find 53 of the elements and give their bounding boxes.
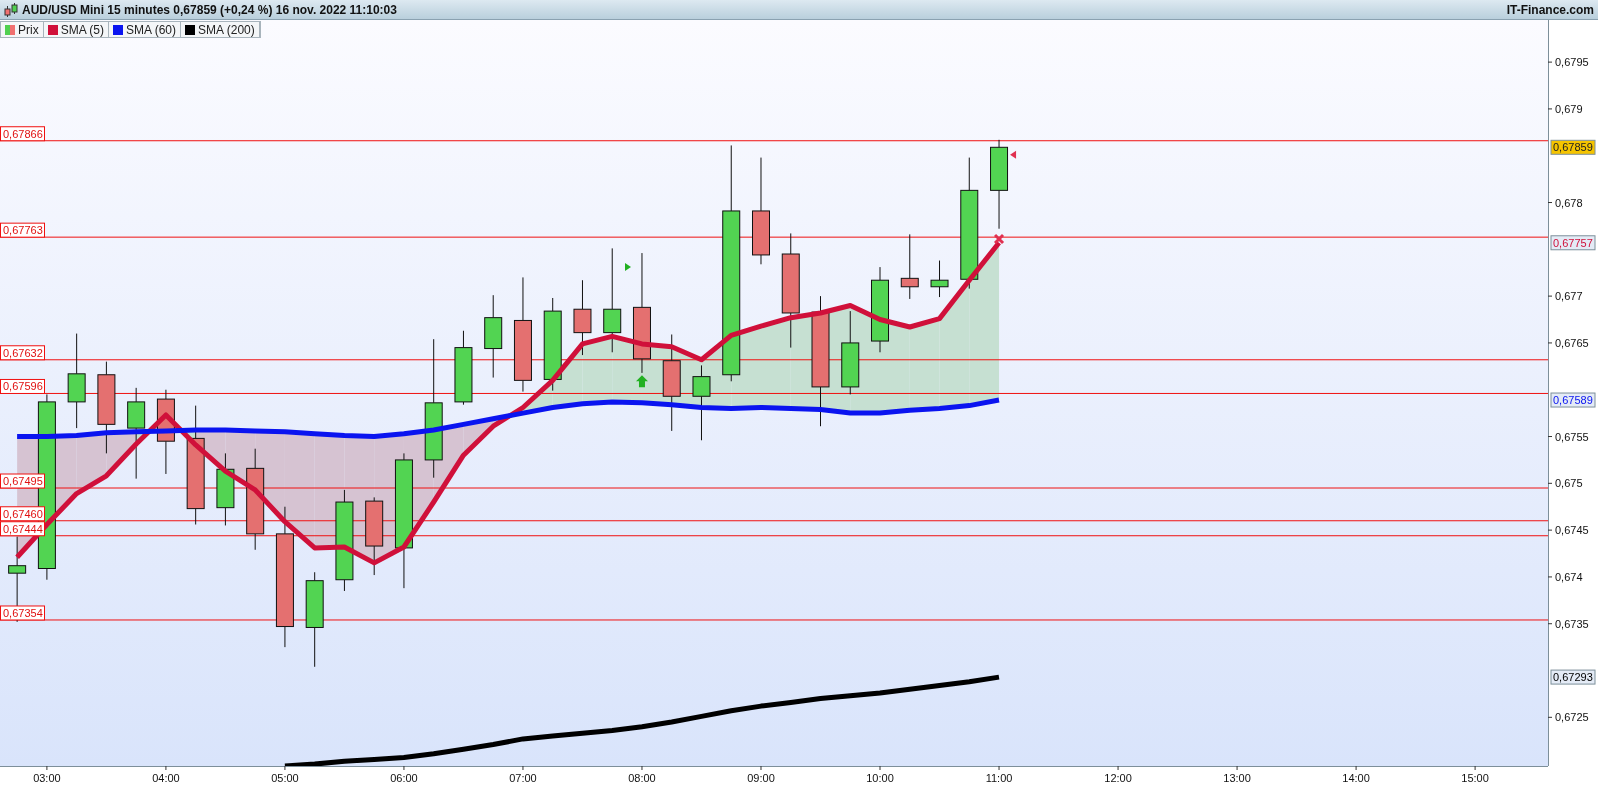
cross-marker-icon [993,233,1005,245]
brand-name: IT-Finance.com [1506,2,1594,17]
legend-item[interactable]: SMA (200) [181,22,260,37]
price-level-label: 0,67495 [0,473,45,489]
price-axis-label: 0,6725 [1555,711,1589,724]
price-axis-label: 0,6755 [1555,430,1589,443]
series-swatch-icon [47,24,58,35]
price-level-label: 0,67460 [0,506,45,522]
candlestick [930,260,949,298]
time-axis-label: 04:00 [152,772,180,784]
candlestick [900,233,919,300]
price-axis-label: 0,6745 [1555,524,1589,537]
triangle-marker-icon [625,263,631,272]
candlestick-icon [4,1,18,18]
indicator-value-badge: 0,67293 [1550,669,1596,685]
legend-item[interactable]: SMA (60) [109,22,182,37]
time-axis-label: 03:00 [33,772,61,784]
price-axis-label: 0,6795 [1555,56,1589,69]
price-level-label: 0,67763 [0,222,45,238]
price-level-label: 0,67632 [0,345,45,361]
time-axis-label: 08:00 [628,772,656,784]
time-axis-label: 11:00 [985,772,1013,784]
time-axis-label: 05:00 [271,772,299,784]
time-axis-label: 13:00 [1223,772,1251,784]
series-swatch-icon [113,24,123,35]
price-level-label: 0,67444 [0,521,45,537]
series-swatch-icon [185,24,196,35]
time-axis-label: 10:00 [866,772,894,784]
indicator-value-badge: 0,67757 [1550,235,1596,251]
time-axis-label: 06:00 [390,772,418,784]
chart-title: AUD/USD Mini 15 minutes 0,67859 (+0,24 %) 16 nov. 2022 11:10:03 [22,2,397,17]
price-axis-label: 0,675 [1555,477,1583,490]
price-axis-label: 0,6765 [1555,336,1589,349]
price-level-label: 0,67596 [0,378,45,394]
price-axis-label: 0,6735 [1555,617,1589,630]
time-axis-label: 14:00 [1342,772,1370,784]
time-axis-label: 07:00 [509,772,537,784]
price-swatch-icon [5,24,15,35]
time-axis-label: 15:00 [1461,772,1489,784]
price-axis-label: 0,677 [1555,290,1583,303]
legend-item[interactable]: Prix [1,22,44,37]
price-level-label: 0,67354 [0,605,45,621]
price-axis-label: 0,679 [1555,102,1583,115]
last-price-badge: 0,67859 [1550,139,1596,155]
indicator-value-badge: 0,67589 [1550,392,1596,408]
price-axis-label: 0,674 [1555,570,1583,583]
up-arrow-icon [636,375,648,388]
price-axis-label: 0,678 [1555,196,1583,209]
legend-item[interactable]: SMA (5) [43,22,109,37]
time-axis-label: 12:00 [1104,772,1132,784]
triangle-marker-icon [1010,150,1017,159]
price-level-label: 0,67866 [0,126,45,142]
time-axis-label: 09:00 [747,772,775,784]
